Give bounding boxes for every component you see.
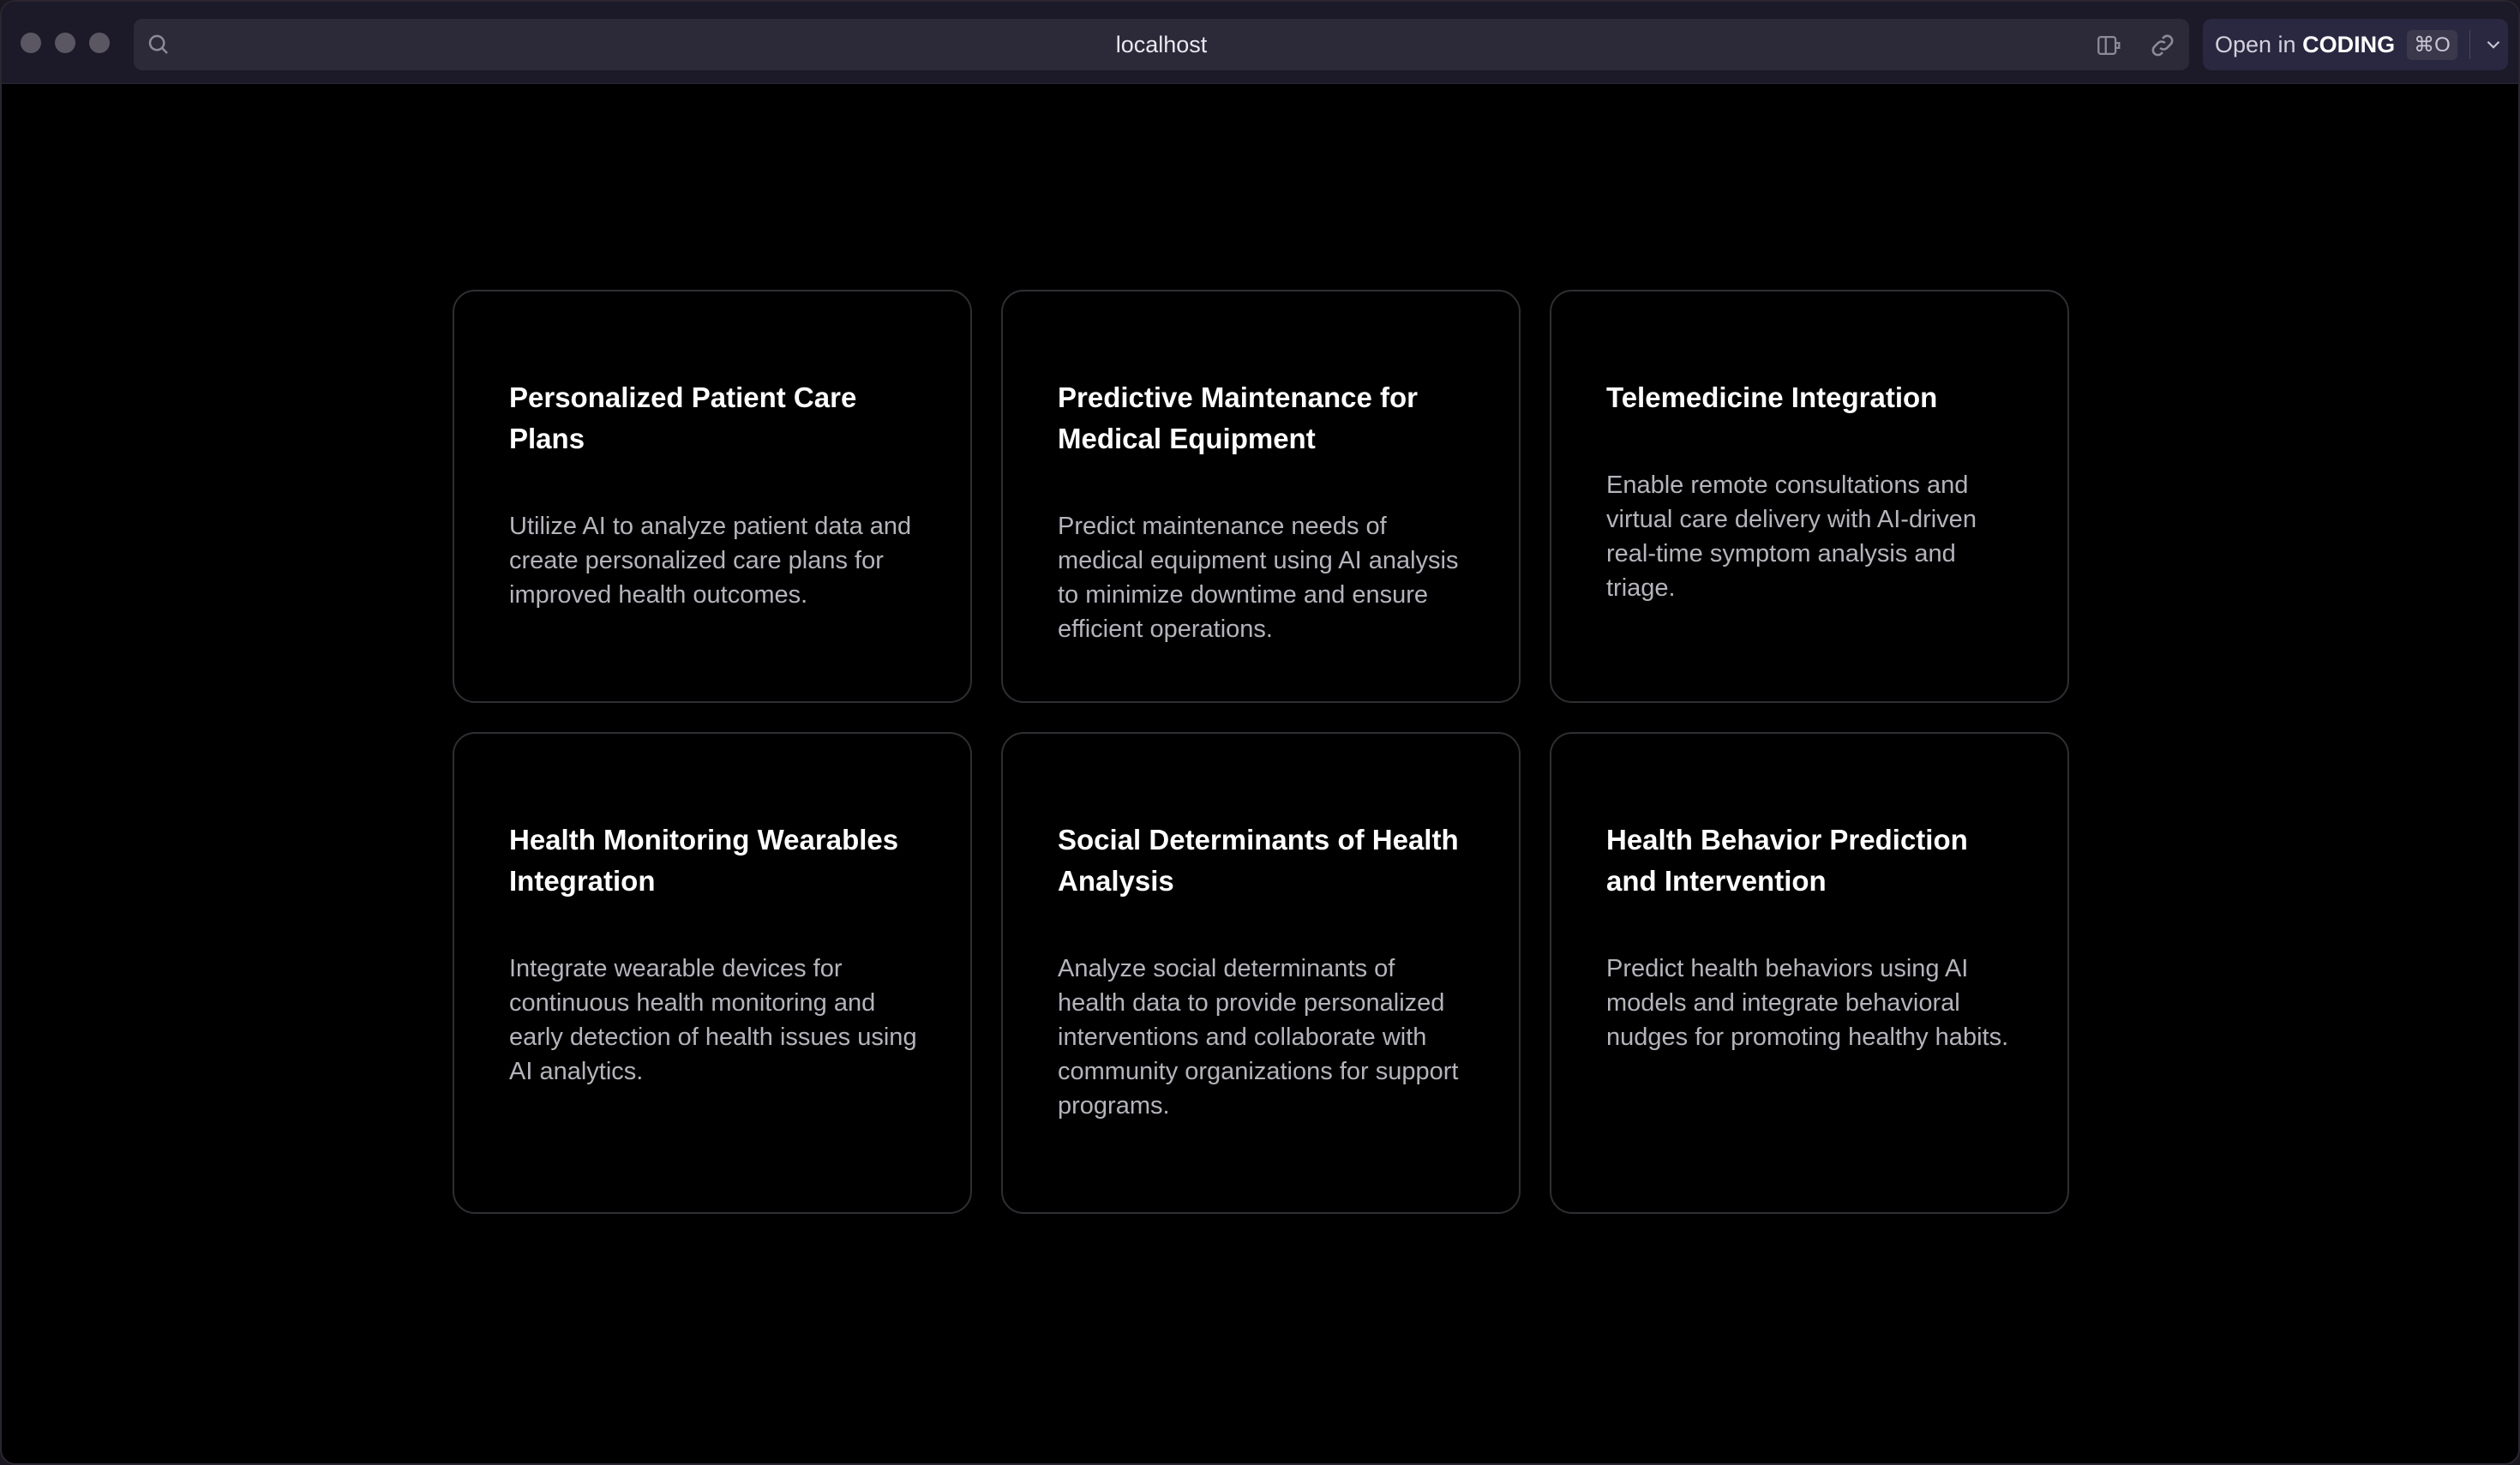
card-description: Integrate wearable devices for continuou… <box>509 955 917 1085</box>
feature-card[interactable]: Predictive Maintenance for Medical Equip… <box>1001 290 1521 703</box>
browser-window: localhost Open in CODING ⌘O Personalized… <box>0 0 2520 1465</box>
sidebar-icon[interactable] <box>2095 31 2124 60</box>
feature-card-grid: Personalized Patient Care Plans Utilize … <box>453 290 2071 1214</box>
close-window-button[interactable] <box>21 33 41 53</box>
url-text: localhost <box>1115 32 1208 57</box>
feature-card[interactable]: Health Behavior Prediction and Intervent… <box>1550 732 2069 1214</box>
divider <box>2469 30 2470 59</box>
minimize-window-button[interactable] <box>55 33 75 53</box>
open-in-coding-button[interactable]: Open in CODING ⌘O <box>2203 19 2508 70</box>
card-title: Health Behavior Prediction and Intervent… <box>1606 824 1968 897</box>
card-description: Predict maintenance needs of medical equ… <box>1058 513 1459 643</box>
shortcut-badge: ⌘O <box>2407 29 2457 60</box>
feature-card[interactable]: Social Determinants of Health Analysis A… <box>1001 732 1521 1214</box>
card-title: Health Monitoring Wearables Integration <box>509 824 899 897</box>
feature-card[interactable]: Health Monitoring Wearables Integration … <box>453 732 972 1214</box>
card-title: Social Determinants of Health Analysis <box>1058 824 1459 897</box>
card-title: Telemedicine Integration <box>1606 381 1938 413</box>
card-title: Predictive Maintenance for Medical Equip… <box>1058 381 1418 454</box>
maximize-window-button[interactable] <box>89 33 110 53</box>
feature-card[interactable]: Personalized Patient Care Plans Utilize … <box>453 290 972 703</box>
card-description: Predict health behaviors using AI models… <box>1606 955 2009 1051</box>
chevron-down-icon[interactable] <box>2482 33 2505 56</box>
open-in-label: Open in CODING <box>2215 31 2396 57</box>
card-description: Enable remote consultations and virtual … <box>1606 471 1977 602</box>
browser-toolbar: localhost Open in CODING ⌘O <box>2 2 2518 84</box>
link-icon[interactable] <box>2148 31 2177 60</box>
card-description: Utilize AI to analyze patient data and c… <box>509 513 912 609</box>
card-title: Personalized Patient Care Plans <box>509 381 857 454</box>
address-bar[interactable]: localhost <box>134 19 2189 70</box>
card-description: Analyze social determinants of health da… <box>1058 955 1459 1120</box>
feature-card[interactable]: Telemedicine Integration Enable remote c… <box>1550 290 2069 703</box>
window-controls <box>21 33 110 53</box>
